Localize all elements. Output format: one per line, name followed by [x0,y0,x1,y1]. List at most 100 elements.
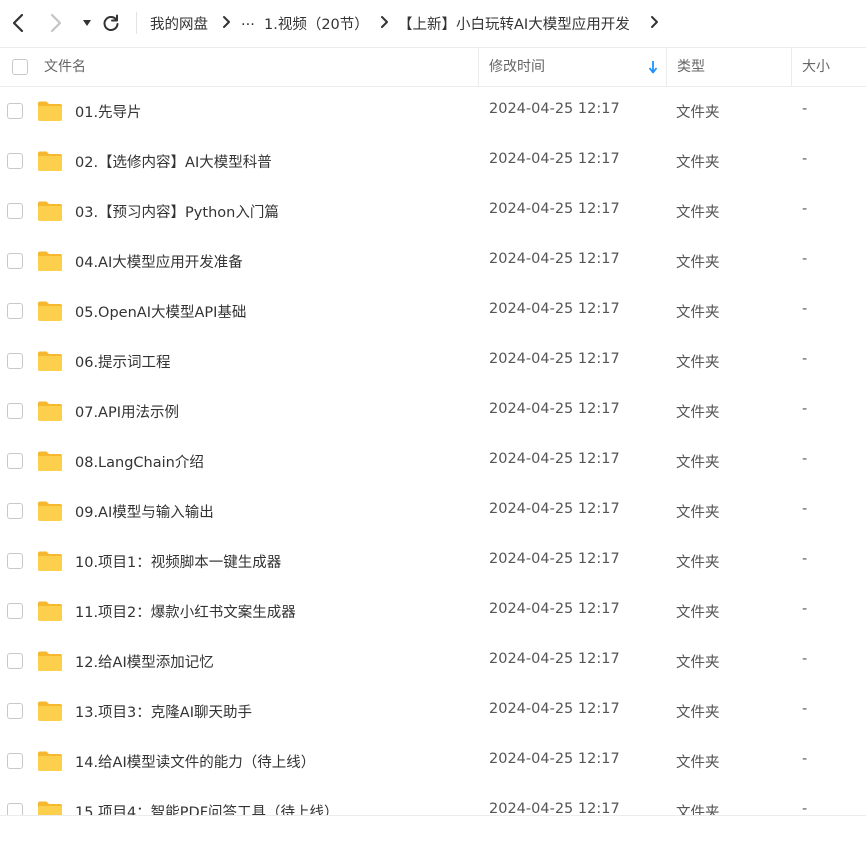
folder-icon [37,250,63,272]
row-checkbox[interactable] [7,553,23,569]
file-modified-date: 2024-04-25 12:17 [489,751,620,767]
table-row[interactable]: 11.项目2：爆款小红书文案生成器 2024-04-25 12:17 文件夹 - [0,586,866,636]
file-type: 文件夹 [676,155,720,171]
row-checkbox[interactable] [7,803,23,815]
table-row[interactable]: 10.项目1：视频脚本一键生成器 2024-04-25 12:17 文件夹 - [0,536,866,586]
folder-icon [37,600,63,622]
folder-icon [37,200,63,222]
table-row[interactable]: 08.LangChain介绍 2024-04-25 12:17 文件夹 - [0,436,866,486]
file-modified-date: 2024-04-25 12:17 [489,101,620,117]
column-modified[interactable]: 修改时间 [489,48,545,86]
file-modified-date: 2024-04-25 12:17 [489,351,620,367]
folder-icon [37,450,63,472]
folder-icon [37,400,63,422]
file-type: 文件夹 [676,755,720,771]
row-checkbox[interactable] [7,153,23,169]
file-modified-date: 2024-04-25 12:17 [489,151,620,167]
file-type: 文件夹 [676,405,720,421]
row-checkbox[interactable] [7,453,23,469]
table-row[interactable]: 01.先导片 2024-04-25 12:17 文件夹 - [0,86,866,136]
row-checkbox[interactable] [7,103,23,119]
file-size: - [802,301,808,317]
file-type: 文件夹 [676,355,720,371]
row-checkbox[interactable] [7,603,23,619]
breadcrumb-ellipsis[interactable]: ... [241,13,255,29]
file-modified-date: 2024-04-25 12:17 [489,201,620,217]
back-icon[interactable] [7,11,29,35]
file-type: 文件夹 [676,455,720,471]
column-size[interactable]: 大小 [802,48,830,86]
folder-icon [37,650,63,672]
table-row[interactable]: 14.给AI模型读文件的能力（待上线） 2024-04-25 12:17 文件夹… [0,736,866,786]
file-size: - [802,451,808,467]
row-checkbox[interactable] [7,253,23,269]
file-modified-date: 2024-04-25 12:17 [489,601,620,617]
select-all-checkbox[interactable] [12,59,28,75]
file-size: - [802,601,808,617]
file-name: 08.LangChain介绍 [75,455,204,471]
column-name[interactable]: 文件名 [44,48,86,86]
file-modified-date: 2024-04-25 12:17 [489,701,620,717]
folder-icon [37,300,63,322]
file-type: 文件夹 [676,655,720,671]
row-checkbox[interactable] [7,503,23,519]
file-name: 05.OpenAI大模型API基础 [75,305,247,321]
file-name: 12.给AI模型添加记忆 [75,655,214,671]
file-size: - [802,101,808,117]
file-type: 文件夹 [676,105,720,121]
breadcrumb-current[interactable]: 【上新】小白玩转AI大模型应用开发 [398,13,630,34]
dropdown-icon[interactable] [76,11,98,35]
file-name: 04.AI大模型应用开发准备 [75,255,243,271]
file-list: 01.先导片 2024-04-25 12:17 文件夹 - 02.【选修内容】A… [0,86,866,815]
row-checkbox[interactable] [7,703,23,719]
column-divider[interactable] [666,48,667,86]
file-name: 15.项目4：智能PDF问答工具（待上线） [75,805,339,815]
row-checkbox[interactable] [7,303,23,319]
column-divider[interactable] [478,48,479,86]
folder-icon [37,100,63,122]
table-row[interactable]: 12.给AI模型添加记忆 2024-04-25 12:17 文件夹 - [0,636,866,686]
file-type: 文件夹 [676,205,720,221]
file-size: - [802,351,808,367]
folder-icon [37,500,63,522]
refresh-icon[interactable] [100,11,122,35]
file-name: 11.项目2：爆款小红书文案生成器 [75,605,296,621]
table-row[interactable]: 07.API用法示例 2024-04-25 12:17 文件夹 - [0,386,866,436]
chevron-right-icon [222,14,232,30]
table-row[interactable]: 05.OpenAI大模型API基础 2024-04-25 12:17 文件夹 - [0,286,866,336]
toolbar: 我的网盘 ... 1.视频（20节） 【上新】小白玩转AI大模型应用开发 [0,0,866,46]
folder-icon [37,350,63,372]
forward-icon[interactable] [45,11,67,35]
chevron-right-icon [380,14,390,30]
row-checkbox[interactable] [7,753,23,769]
breadcrumb-root[interactable]: 我的网盘 [150,13,208,34]
row-checkbox[interactable] [7,403,23,419]
table-row[interactable]: 15.项目4：智能PDF问答工具（待上线） 2024-04-25 12:17 文… [0,786,866,815]
table-row[interactable]: 04.AI大模型应用开发准备 2024-04-25 12:17 文件夹 - [0,236,866,286]
file-size: - [802,751,808,767]
file-size: - [802,501,808,517]
file-size: - [802,251,808,267]
row-checkbox[interactable] [7,203,23,219]
table-row[interactable]: 03.【预习内容】Python入门篇 2024-04-25 12:17 文件夹 … [0,186,866,236]
column-type[interactable]: 类型 [677,48,705,86]
row-checkbox[interactable] [7,353,23,369]
file-type: 文件夹 [676,555,720,571]
chevron-right-icon [650,14,660,30]
file-name: 07.API用法示例 [75,405,179,421]
folder-icon [37,750,63,772]
table-row[interactable]: 13.项目3：克隆AI聊天助手 2024-04-25 12:17 文件夹 - [0,686,866,736]
file-modified-date: 2024-04-25 12:17 [489,651,620,667]
table-row[interactable]: 09.AI模型与输入输出 2024-04-25 12:17 文件夹 - [0,486,866,536]
breadcrumb-videos[interactable]: 1.视频（20节） [264,13,369,34]
file-modified-date: 2024-04-25 12:17 [489,451,620,467]
table-row[interactable]: 02.【选修内容】AI大模型科普 2024-04-25 12:17 文件夹 - [0,136,866,186]
row-checkbox[interactable] [7,653,23,669]
toolbar-divider [136,12,137,34]
arrow-down-icon[interactable] [648,60,658,74]
file-size: - [802,651,808,667]
file-modified-date: 2024-04-25 12:17 [489,501,620,517]
column-divider[interactable] [791,48,792,86]
table-row[interactable]: 06.提示词工程 2024-04-25 12:17 文件夹 - [0,336,866,386]
file-size: - [802,701,808,717]
